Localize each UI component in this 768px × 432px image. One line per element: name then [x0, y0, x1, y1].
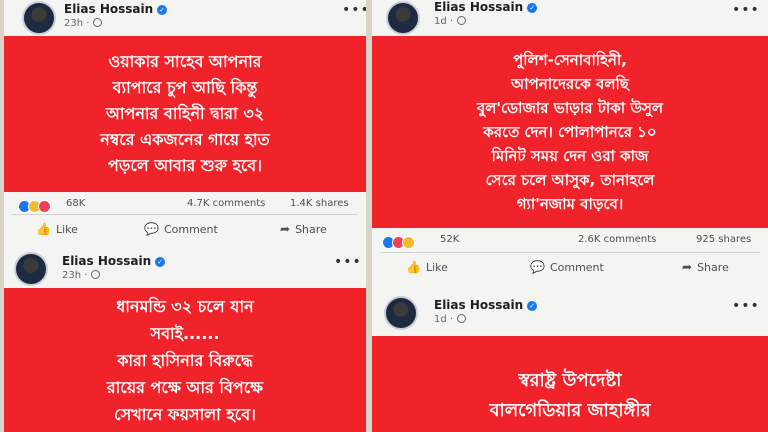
post-header: Elias Hossain✓ 23h · ••• — [4, 0, 366, 36]
post-time[interactable]: 23h · — [64, 18, 103, 29]
more-options-button[interactable]: ••• — [732, 298, 760, 314]
reactions-icons[interactable] — [18, 198, 51, 213]
comment-button[interactable]: 💬 Comment — [144, 222, 218, 236]
post-text-card: ধানমন্ডি ৩২ চলে যান সবাই...... কারা হাসি… — [4, 288, 366, 432]
globe-icon — [457, 314, 467, 323]
love-reaction-icon — [38, 200, 51, 213]
reactions-count[interactable]: 52K — [440, 234, 459, 245]
post-text: ধানমন্ডি ৩২ চলে যান সবাই...... কারা হাসি… — [106, 296, 264, 424]
more-options-button[interactable]: ••• — [342, 2, 366, 18]
author-avatar[interactable] — [22, 1, 56, 35]
thumbs-up-icon: 👍 — [406, 260, 421, 274]
author-avatar[interactable] — [384, 296, 418, 330]
share-icon: ➦ — [682, 260, 693, 274]
post-text: ওয়াকার সাহেব আপনার ব্যাপারে চুপ আছি কিন… — [100, 52, 270, 175]
author-avatar[interactable] — [14, 252, 48, 286]
share-button[interactable]: ➦ Share — [682, 260, 729, 274]
author-name[interactable]: Elias Hossain ✓ — [64, 2, 168, 16]
left-screenshot-panel: Elias Hossain✓ 23h · ••• ওয়াকার সাহেব আ… — [4, 0, 366, 432]
like-button[interactable]: 👍 Like — [406, 260, 448, 274]
sad-reaction-icon — [402, 236, 415, 249]
share-icon: ➦ — [280, 222, 291, 236]
divider — [380, 252, 760, 253]
comment-button[interactable]: 💬 Comment — [530, 260, 604, 274]
post-text-card: পুলিশ-সেনাবাহিনী, আপনাদেরকে বলছি বুল'ডোজ… — [372, 36, 768, 228]
reactions-icons[interactable] — [382, 234, 415, 249]
post-text-card: স্বরাষ্ট্র উপদেষ্টা বালগেডিয়ার জাহাঙ্গী… — [372, 336, 768, 432]
like-button[interactable]: 👍 Like — [36, 222, 78, 236]
verified-badge-icon: ✓ — [157, 5, 168, 15]
comment-icon: 💬 — [530, 260, 545, 274]
verified-badge-icon: ✓ — [527, 301, 538, 311]
author-name[interactable]: Elias Hossain ✓ — [62, 254, 166, 268]
post-text-card: ওয়াকার সাহেব আপনার ব্যাপারে চুপ আছি কিন… — [4, 36, 366, 192]
post-actions: 👍 Like 💬 Comment ➦ Share — [4, 220, 366, 244]
post-header: Elias Hossain✓ 23h · ••• — [4, 246, 366, 288]
shares-count[interactable]: 1.4K shares — [290, 198, 349, 209]
post-header: Elias Hossain ✓ 1d · ••• — [372, 290, 768, 336]
verified-badge-icon: ✓ — [527, 3, 538, 13]
author-name[interactable]: Elias Hossain ✓ — [434, 298, 538, 312]
thumbs-up-icon: 👍 — [36, 222, 51, 236]
post-text: স্বরাষ্ট্র উপদেষ্টা বালগেডিয়ার জাহাঙ্গী… — [489, 370, 651, 421]
divider — [12, 214, 358, 215]
more-options-button[interactable]: ••• — [334, 254, 362, 270]
shares-count[interactable]: 925 shares — [696, 234, 751, 245]
verified-badge-icon: ✓ — [155, 257, 166, 267]
post-time[interactable]: 23h · — [62, 270, 101, 281]
post-header: Elias Hossain ✓ 1d · ••• — [372, 0, 768, 36]
post-text: পুলিশ-সেনাবাহিনী, আপনাদেরকে বলছি বুল'ডোজ… — [476, 51, 664, 213]
author-avatar[interactable] — [386, 1, 420, 35]
post-time[interactable]: 1d · — [434, 314, 467, 325]
globe-icon — [457, 16, 467, 25]
reactions-count[interactable]: 68K — [66, 198, 85, 209]
comments-count[interactable]: 2.6K comments — [578, 234, 656, 245]
share-button[interactable]: ➦ Share — [280, 222, 327, 236]
comment-icon: 💬 — [144, 222, 159, 236]
post-time[interactable]: 1d · — [434, 16, 467, 27]
post-actions: 👍 Like 💬 Comment ➦ Share — [372, 258, 768, 282]
globe-icon — [93, 18, 103, 27]
author-name[interactable]: Elias Hossain ✓ — [434, 0, 538, 14]
globe-icon — [91, 270, 101, 279]
right-screenshot-panel: Elias Hossain ✓ 1d · ••• পুলিশ-সেনাবাহিনী… — [372, 0, 768, 432]
comments-count[interactable]: 4.7K comments — [187, 198, 265, 209]
more-options-button[interactable]: ••• — [732, 2, 760, 18]
